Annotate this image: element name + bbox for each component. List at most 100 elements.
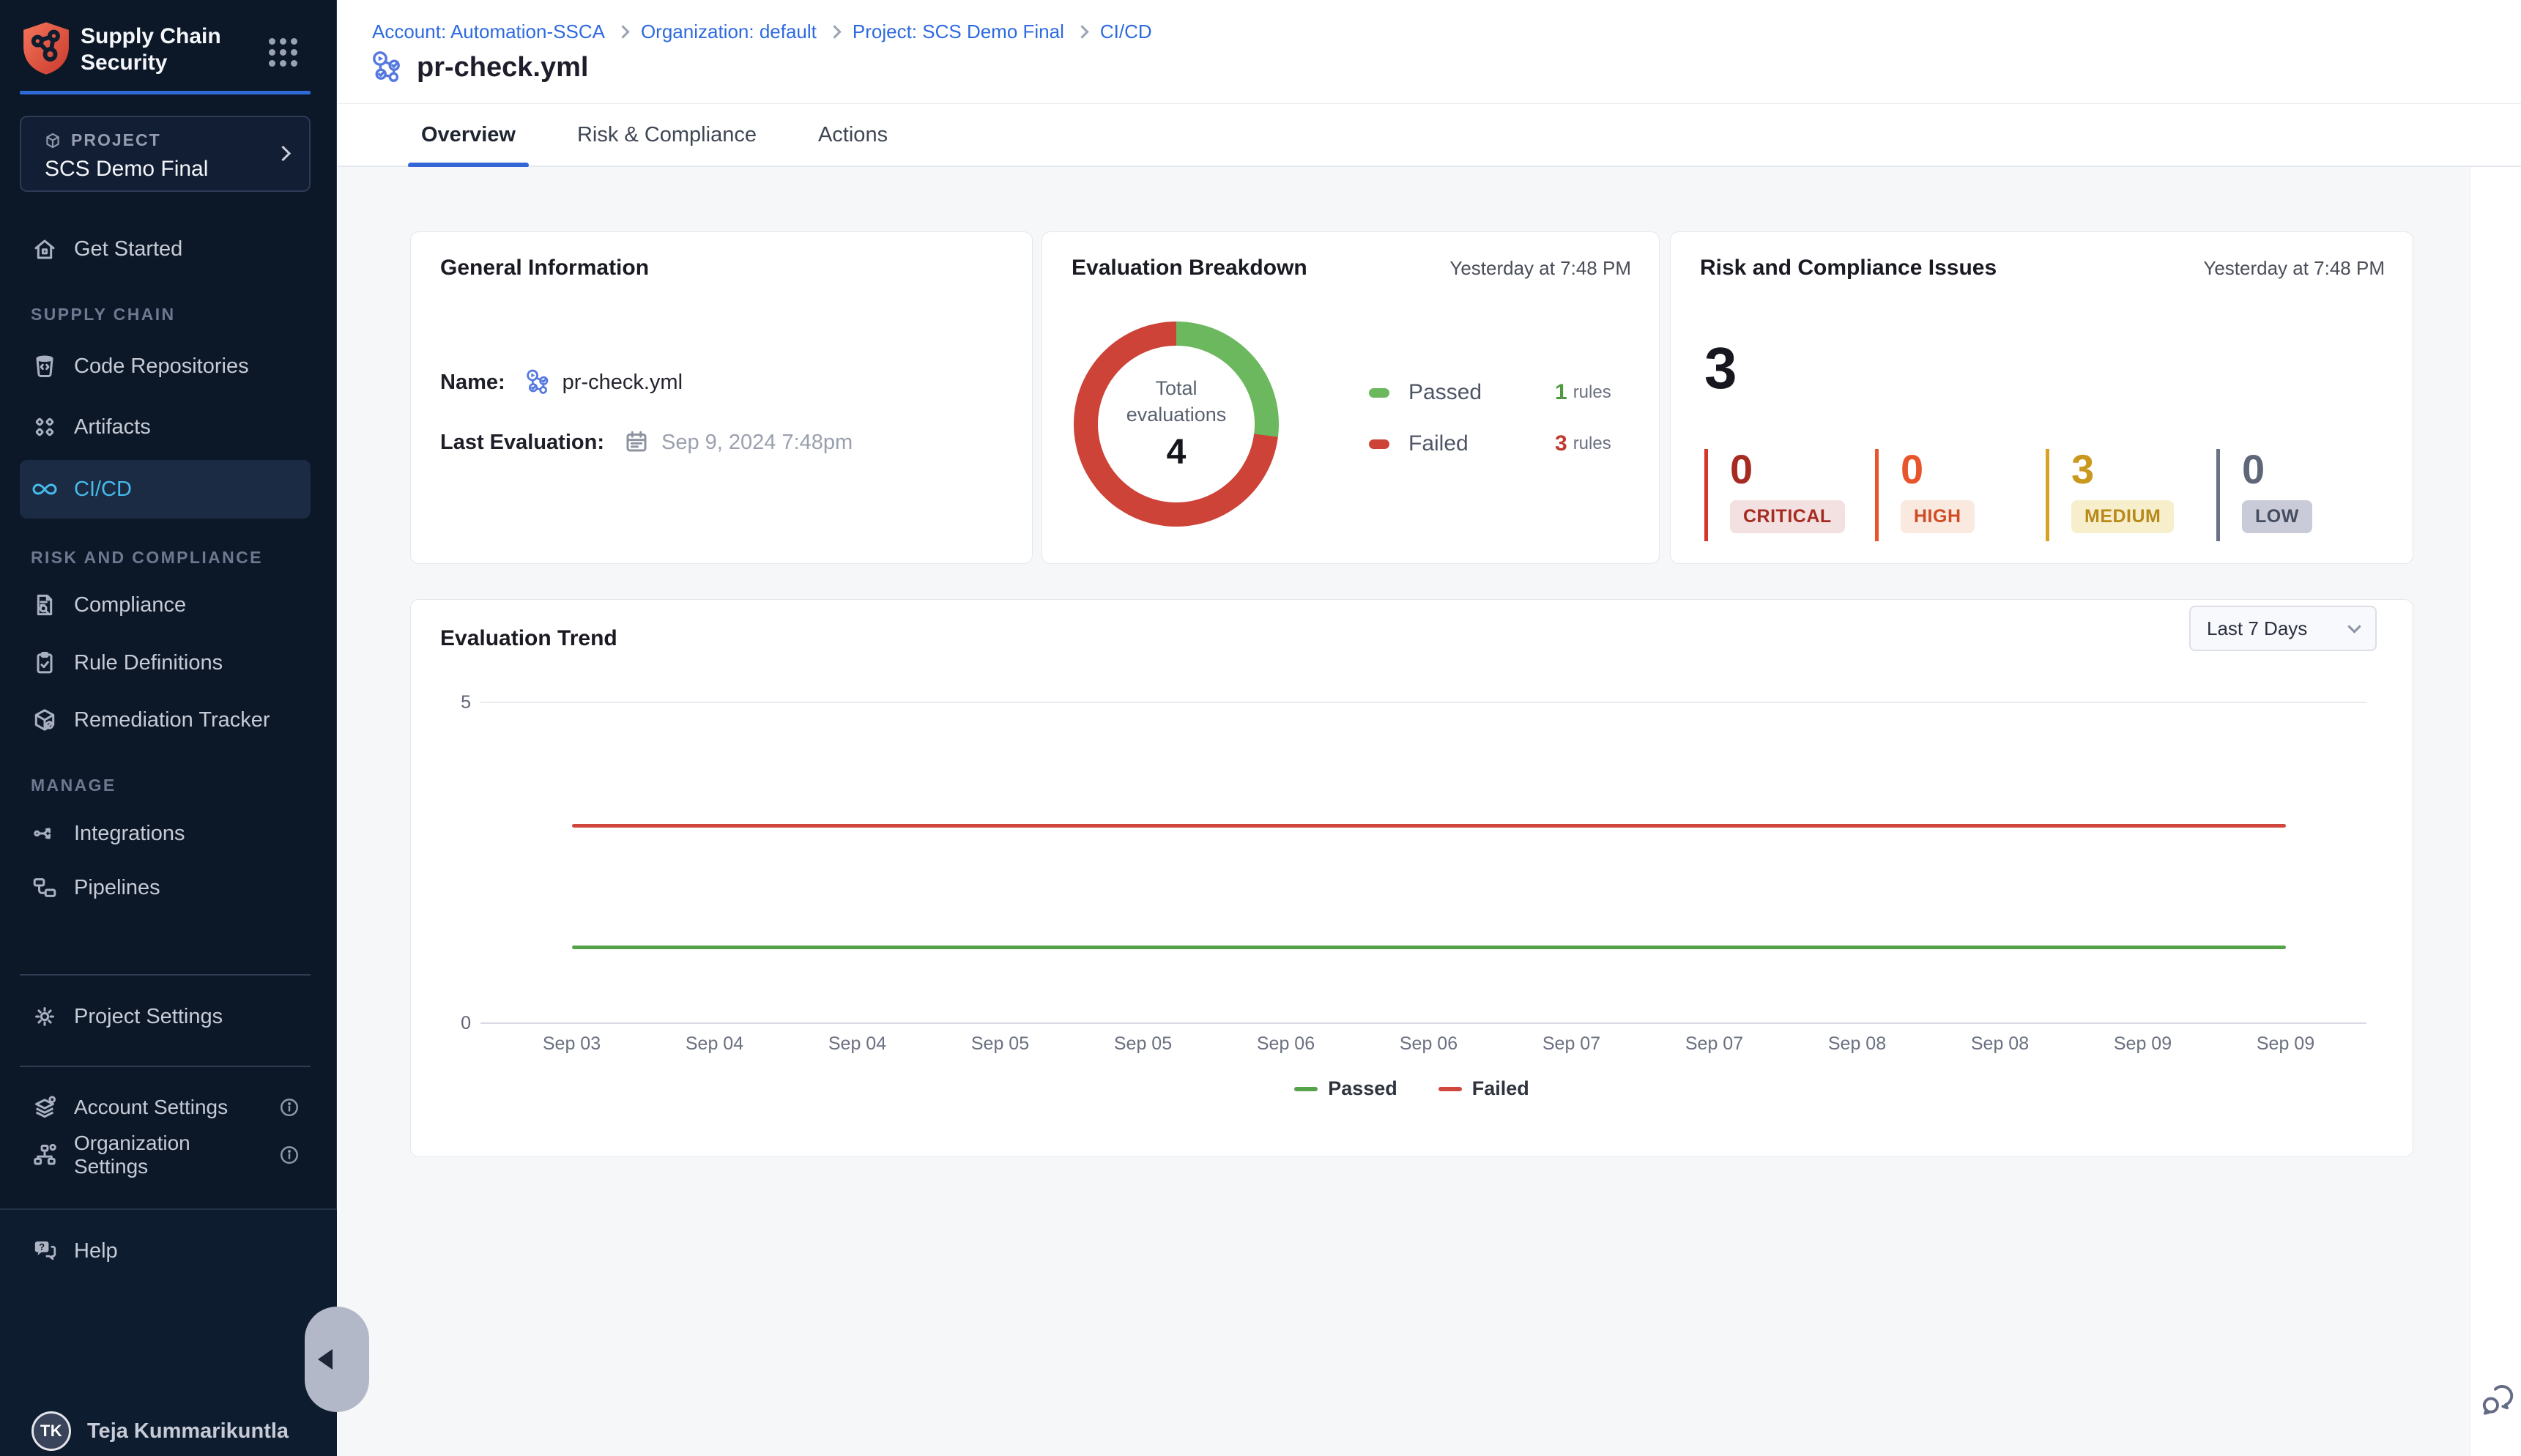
breadcrumb-cicd-link[interactable]: CI/CD <box>1100 21 1152 43</box>
sidebar-collapse-handle[interactable] <box>305 1307 369 1412</box>
project-label: PROJECT <box>71 130 161 150</box>
sidebar-item-artifacts[interactable]: Artifacts <box>20 404 311 450</box>
x-tick: Sep 08 <box>1786 1033 1928 1055</box>
card-timestamp: Yesterday at 7:48 PM <box>1449 257 1631 280</box>
x-tick: Sep 09 <box>2214 1033 2357 1055</box>
tab-actions[interactable]: Actions <box>805 103 901 166</box>
project-selector[interactable]: PROJECT SCS Demo Final <box>20 116 311 192</box>
passed-count: 1 <box>1555 380 1567 405</box>
sidebar-item-label: Help <box>74 1239 118 1263</box>
evaluation-trend-card: Evaluation Trend Last 7 Days 5 0 Sep 03 … <box>410 599 2413 1157</box>
donut-center-label: Total evaluations <box>1114 376 1239 427</box>
legend-item-failed: Failed 3 rules <box>1369 427 1611 461</box>
sidebar-item-rule-definitions[interactable]: Rule Definitions <box>20 639 311 686</box>
sidebar-section-manage: MANAGE <box>31 776 116 795</box>
x-tick: Sep 09 <box>2071 1033 2214 1055</box>
sidebar-item-label: Compliance <box>74 593 186 617</box>
card-title: Evaluation Breakdown <box>1072 256 1307 281</box>
sidebar-item-get-started[interactable]: Get Started <box>20 226 311 272</box>
failed-line-icon <box>1438 1087 1462 1091</box>
sidebar-item-account-settings[interactable]: Account Settings <box>20 1084 311 1131</box>
y-tick-0: 0 <box>442 1013 471 1034</box>
card-timestamp: Yesterday at 7:48 PM <box>2203 257 2385 280</box>
legend-item-failed: Failed <box>1438 1077 1529 1100</box>
divider <box>20 974 311 976</box>
sidebar-item-code-repositories[interactable]: Code Repositories <box>20 343 311 390</box>
rule-definitions-icon <box>31 650 58 676</box>
failed-count: 3 <box>1555 431 1567 456</box>
supply-chain-security-logo-icon <box>21 21 72 76</box>
tab-bar: Overview Risk & Compliance Actions <box>338 104 2521 167</box>
severity-row: 0 CRITICAL 0 HIGH 3 MEDIUM 0 LOW <box>1704 449 2387 541</box>
sidebar-item-help[interactable]: ? Help <box>20 1227 311 1274</box>
divider <box>20 1066 311 1067</box>
pipeline-file-icon <box>370 50 405 85</box>
breadcrumb-organization-link[interactable]: Organization: default <box>641 21 817 43</box>
support-chat-icon[interactable] <box>2479 1380 2517 1418</box>
user-menu[interactable]: TK Teja Kummarikuntla <box>20 1409 311 1453</box>
tab-overview[interactable]: Overview <box>408 103 529 166</box>
avatar: TK <box>31 1411 71 1451</box>
sidebar-item-label: Artifacts <box>74 415 151 439</box>
sidebar-item-pipelines[interactable]: Pipelines <box>20 864 311 911</box>
sidebar: Supply Chain Security PROJECT SCS Demo F… <box>0 0 337 1456</box>
app-switcher-icon[interactable] <box>269 38 297 67</box>
critical-badge: CRITICAL <box>1730 500 1845 533</box>
sidebar-item-integrations[interactable]: Integrations <box>20 810 311 857</box>
x-tick: Sep 04 <box>786 1033 929 1055</box>
sidebar-item-organization-settings[interactable]: Organization Settings <box>20 1132 311 1178</box>
last-evaluation-row: Last Evaluation: Sep 9, 2024 7:48pm <box>440 428 853 456</box>
chevron-right-icon <box>275 146 291 161</box>
sidebar-item-cicd[interactable]: CI/CD <box>20 460 311 519</box>
severity-medium: 3 MEDIUM <box>2046 449 2216 541</box>
x-tick: Sep 07 <box>1643 1033 1786 1055</box>
breadcrumb-project-link[interactable]: Project: SCS Demo Final <box>853 21 1064 43</box>
breadcrumb: Account: Automation-SSCA Organization: d… <box>372 21 1152 43</box>
gridline-top <box>480 702 2366 703</box>
tab-risk-compliance[interactable]: Risk & Compliance <box>564 103 770 166</box>
account-settings-icon <box>31 1094 58 1121</box>
home-icon <box>31 236 58 262</box>
x-axis-labels: Sep 03 Sep 04 Sep 04 Sep 05 Sep 05 Sep 0… <box>500 1033 2357 1055</box>
general-information-card: General Information Name: pr-check.yml L… <box>410 231 1033 564</box>
artifacts-icon <box>31 414 58 440</box>
accent-underline <box>20 91 311 94</box>
severity-high: 0 HIGH <box>1875 449 2046 541</box>
name-value: pr-check.yml <box>563 371 683 395</box>
passed-unit: rules <box>1573 382 1611 403</box>
page-title: pr-check.yml <box>417 52 588 83</box>
info-icon[interactable] <box>278 1096 300 1118</box>
collapse-left-icon <box>318 1349 333 1370</box>
sidebar-section-supply-chain: SUPPLY CHAIN <box>31 305 176 324</box>
sidebar-item-label: Code Repositories <box>74 354 249 379</box>
sidebar-item-compliance[interactable]: Compliance <box>20 582 311 628</box>
date-range-value: Last 7 Days <box>2207 617 2307 640</box>
code-repositories-icon <box>31 353 58 379</box>
user-name: Teja Kummarikuntla <box>87 1419 289 1444</box>
info-icon[interactable] <box>278 1144 300 1166</box>
compliance-icon <box>31 592 58 618</box>
breadcrumb-account-link[interactable]: Account: Automation-SSCA <box>372 21 605 43</box>
pipeline-file-icon <box>524 368 552 396</box>
date-range-select[interactable]: Last 7 Days <box>2189 606 2377 651</box>
medium-badge: MEDIUM <box>2071 500 2174 533</box>
x-tick: Sep 04 <box>643 1033 786 1055</box>
x-tick: Sep 05 <box>929 1033 1072 1055</box>
x-axis-line <box>480 1022 2366 1024</box>
severity-critical: 0 CRITICAL <box>1704 449 1875 541</box>
x-tick: Sep 03 <box>500 1033 643 1055</box>
high-badge: HIGH <box>1901 500 1975 533</box>
sidebar-item-project-settings[interactable]: Project Settings <box>20 993 311 1040</box>
sidebar-item-remediation-tracker[interactable]: Remediation Tracker <box>20 697 311 743</box>
x-tick: Sep 08 <box>1928 1033 2071 1055</box>
pipelines-icon <box>31 874 58 901</box>
sidebar-item-label: Project Settings <box>74 1005 223 1029</box>
chevron-right-icon <box>1075 25 1088 38</box>
failed-unit: rules <box>1573 434 1611 454</box>
last-evaluation-label: Last Evaluation: <box>440 431 604 455</box>
organization-settings-icon <box>31 1142 58 1168</box>
sidebar-item-label: Get Started <box>74 237 182 261</box>
card-title: Risk and Compliance Issues <box>1700 256 1997 281</box>
chevron-right-icon <box>616 25 629 38</box>
x-tick: Sep 07 <box>1500 1033 1643 1055</box>
